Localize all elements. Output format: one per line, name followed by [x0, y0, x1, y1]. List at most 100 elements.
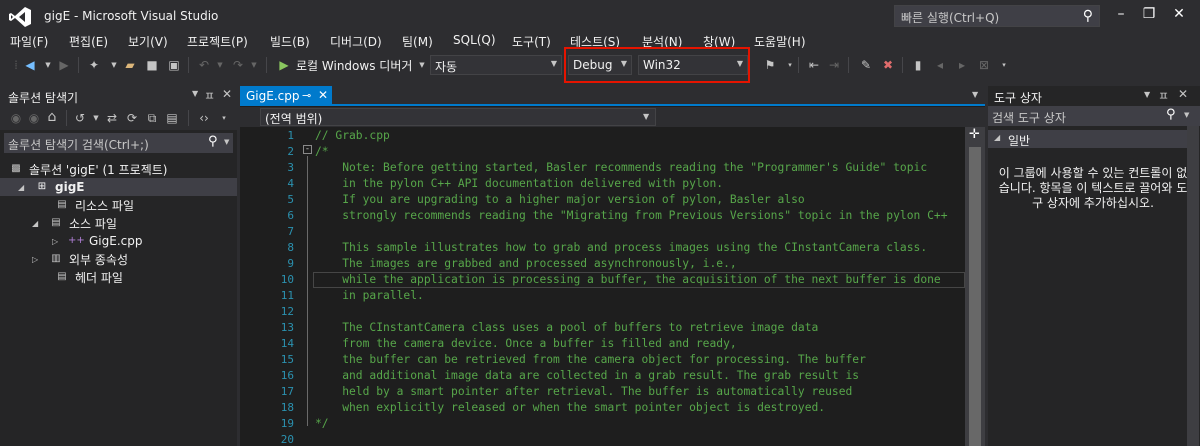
back-icon[interactable]: ◀ — [22, 57, 38, 73]
refresh-icon[interactable]: ⟳ — [124, 110, 140, 126]
restore-button[interactable]: ❐ — [1134, 4, 1164, 24]
collapse-arrow-icon[interactable]: ▷ — [52, 237, 64, 246]
toolbar-overflow-icon[interactable]: ▾ — [216, 110, 232, 126]
split-window-icon[interactable]: ✛ — [969, 127, 980, 142]
solution-explorer-header: 솔루션 탐색기 ▼ ㅍ ✕ — [0, 86, 237, 106]
line-number: 5 — [287, 193, 294, 206]
redo-dropdown-icon[interactable]: ▼ — [246, 57, 262, 73]
expand-arrow-icon[interactable]: ◢ — [32, 219, 44, 228]
prev-bookmark-icon[interactable]: ◂ — [932, 57, 948, 73]
close-icon[interactable]: ✕ — [1178, 87, 1188, 101]
tree-item-source-files[interactable]: ◢ ▤ 소스 파일 — [32, 214, 117, 232]
menu-sql[interactable]: SQL(Q) — [453, 33, 496, 47]
back-icon[interactable]: ◉ — [8, 110, 24, 126]
open-file-icon[interactable]: ▰ — [122, 57, 138, 73]
scrollbar-thumb[interactable] — [969, 147, 981, 446]
minimize-button[interactable]: – — [1106, 4, 1136, 24]
sync-dropdown-icon[interactable]: ▼ — [88, 110, 104, 126]
back-dropdown-icon[interactable]: ▼ — [40, 57, 56, 73]
undo-icon[interactable]: ↶ — [196, 57, 212, 73]
collapse-all-icon[interactable]: ⧉ — [144, 110, 160, 126]
scope-select[interactable]: (전역 범위) ▼ — [260, 108, 656, 126]
clear-bookmarks-icon[interactable]: ⊠ — [976, 57, 992, 73]
home-icon[interactable]: ⌂ — [44, 109, 60, 125]
indent-icon[interactable]: ⇥ — [826, 57, 842, 73]
start-debugger-label[interactable]: 로컬 Windows 디버거 — [296, 57, 412, 74]
sync-icon[interactable]: ↺ — [72, 110, 88, 126]
panel-menu-icon[interactable]: ▼ — [192, 89, 198, 98]
panel-menu-icon[interactable]: ▼ — [1144, 90, 1150, 99]
pin-tab-icon[interactable]: ⊸ — [302, 89, 311, 102]
menu-file[interactable]: 파일(F) — [10, 33, 48, 50]
search-placeholder: 검색 도구 상자 — [992, 111, 1066, 125]
solution-mode-select[interactable]: 자동 ▼ — [430, 55, 562, 75]
tree-item-external-dependencies[interactable]: ▷ ▥ 외부 종속성 — [32, 250, 128, 268]
solution-explorer-search-input[interactable]: 솔루션 탐색기 검색(Ctrl+;) ⚲ ▼ — [4, 133, 233, 153]
close-button[interactable]: ✕ — [1164, 4, 1194, 24]
search-options-icon[interactable]: ▼ — [224, 138, 229, 146]
show-all-files-icon[interactable]: ▤ — [164, 110, 180, 126]
code-line: If you are upgrading to a higher major v… — [315, 193, 805, 206]
solution-explorer-toolbar: ◉ ◉ ⌂ ↺ ▼ ⇄ ⟳ ⧉ ▤ ‹› ▾ — [0, 106, 237, 130]
line-number: 3 — [287, 161, 294, 174]
tree-solution[interactable]: ▩ 솔루션 'gigE' (1 프로젝트) — [8, 160, 167, 178]
outdent-icon[interactable]: ⇤ — [806, 57, 822, 73]
menu-project[interactable]: 프로젝트(P) — [187, 33, 248, 50]
bookmark-icon[interactable]: ▮ — [910, 57, 926, 73]
editor-vertical-scrollbar[interactable]: ✛ — [965, 127, 985, 446]
forward-icon[interactable]: ▶ — [56, 57, 72, 73]
menu-build[interactable]: 빌드(B) — [270, 33, 310, 50]
menu-view[interactable]: 보기(V) — [128, 33, 168, 50]
collapse-region-icon[interactable]: - — [303, 145, 312, 154]
redo-icon[interactable]: ↷ — [230, 57, 246, 73]
menu-tools[interactable]: 도구(T) — [512, 33, 551, 50]
toolbar-overflow-icon[interactable]: ▾ — [782, 57, 798, 73]
expand-arrow-icon[interactable]: ◢ — [18, 183, 30, 192]
quick-launch-input[interactable]: 빠른 실행(Ctrl+Q) ⚲ — [894, 5, 1100, 27]
menu-help[interactable]: 도움말(H) — [754, 33, 806, 50]
next-bookmark-icon[interactable]: ▸ — [954, 57, 970, 73]
pending-changes-icon[interactable]: ⇄ — [104, 110, 120, 126]
search-icon[interactable]: ⚲ — [1166, 107, 1176, 122]
tree-item-label: 소스 파일 — [69, 216, 117, 231]
menu-debug[interactable]: 디버그(D) — [330, 33, 382, 50]
code-line: strongly recommends reading the "Migrati… — [315, 209, 948, 222]
menu-team[interactable]: 팀(M) — [402, 33, 433, 50]
tree-item-header-files[interactable]: ▤ 헤더 파일 — [54, 268, 123, 286]
save-icon[interactable]: ■ — [144, 57, 160, 73]
tab-overflow-icon[interactable]: ▼ — [972, 90, 978, 99]
pin-icon[interactable]: ㅍ — [1158, 87, 1169, 104]
expand-arrow-icon[interactable]: ◢ — [994, 133, 1000, 142]
collapse-arrow-icon[interactable]: ▷ — [32, 255, 44, 264]
close-tab-icon[interactable]: ✕ — [318, 88, 328, 102]
save-all-icon[interactable]: ▣ — [166, 57, 182, 73]
search-icon[interactable]: ⚲ — [1083, 8, 1093, 24]
solution-explorer-panel: 솔루션 탐색기 ▼ ㅍ ✕ ◉ ◉ ⌂ ↺ ▼ ⇄ ⟳ ⧉ ▤ ‹› ▾ 솔루션… — [0, 86, 237, 446]
view-code-icon[interactable]: ‹› — [196, 110, 212, 126]
toolbox-group-general[interactable]: ◢ 일반 — [988, 130, 1188, 148]
toolbar-overflow-icon[interactable]: ▾ — [996, 57, 1012, 73]
code-line: the buffer can be retrieved from the cam… — [315, 353, 866, 366]
toolbox-scrollbar[interactable] — [1187, 126, 1199, 446]
tree-project[interactable]: ◢ ⊞ gigE — [0, 178, 237, 196]
undo-dropdown-icon[interactable]: ▼ — [212, 57, 228, 73]
start-debugging-icon[interactable]: ▶ — [276, 57, 292, 73]
tree-item-gige-cpp[interactable]: ▷ ++ GigE.cpp — [52, 232, 142, 250]
toolbox-search-input[interactable]: 검색 도구 상자 ⚲ ▼ — [988, 106, 1200, 126]
uncomment-icon[interactable]: ✖ — [880, 57, 896, 73]
debugger-dropdown-icon[interactable]: ▼ — [414, 57, 430, 73]
find-in-files-icon[interactable]: ⚑ — [762, 57, 778, 73]
new-project-dropdown-icon[interactable]: ▼ — [106, 57, 122, 73]
cpp-file-icon: ++ — [68, 235, 85, 246]
menu-edit[interactable]: 편집(E) — [69, 33, 108, 50]
tab-gige-cpp[interactable]: GigE.cpp ⊸ ✕ — [240, 86, 332, 106]
tree-item-resource-files[interactable]: ▤ 리소스 파일 — [54, 196, 134, 214]
pin-icon[interactable]: ㅍ — [204, 87, 215, 104]
filter-folder-icon: ▤ — [57, 199, 67, 210]
forward-icon[interactable]: ◉ — [26, 110, 42, 126]
search-options-icon[interactable]: ▼ — [1184, 111, 1189, 119]
new-project-icon[interactable]: ✦ — [86, 57, 102, 73]
comment-icon[interactable]: ✎ — [858, 57, 874, 73]
search-icon[interactable]: ⚲ — [208, 134, 218, 149]
close-icon[interactable]: ✕ — [222, 87, 232, 101]
